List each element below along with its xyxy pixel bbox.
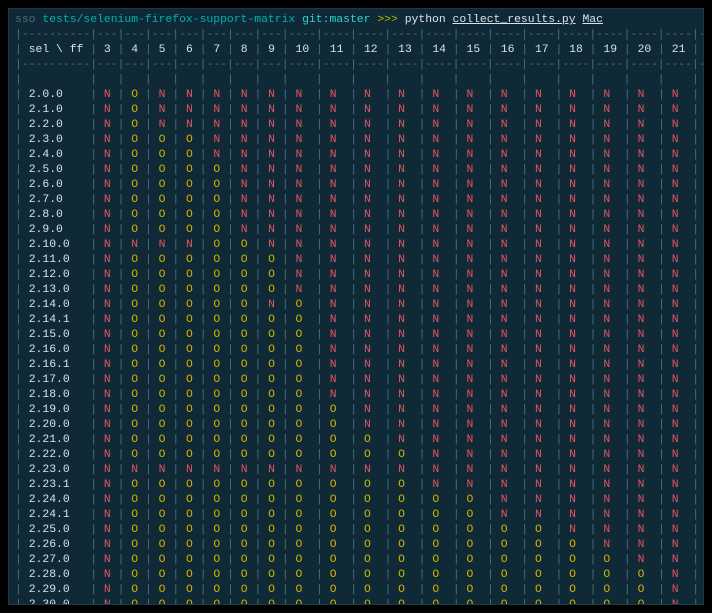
terminal-frame: sso tests/selenium-firefox-support-matri… — [0, 0, 712, 613]
terminal-output: sso tests/selenium-firefox-support-matri… — [8, 8, 704, 605]
